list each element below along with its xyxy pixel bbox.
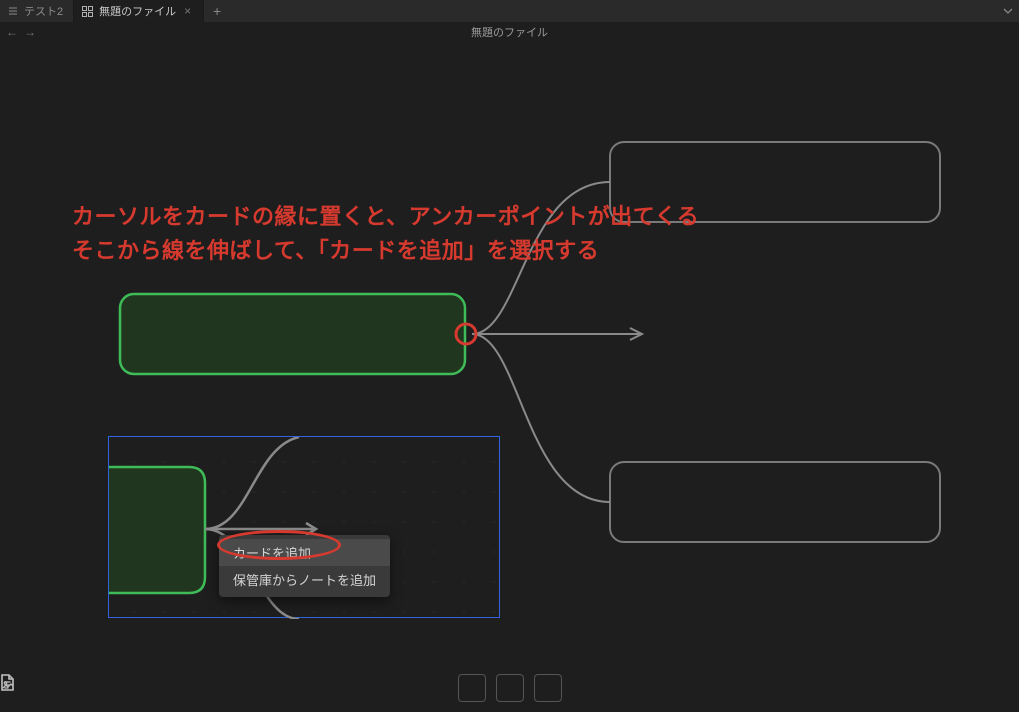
nav-forward-button[interactable]: → — [24, 25, 36, 39]
annotation-line1: カーソルをカードの縁に置くと、アンカーポイントが出てくる — [72, 200, 699, 234]
canvas-action-bar — [0, 674, 1019, 702]
menu-item-add-note-from-vault[interactable]: 保管庫からノートを追加 — [219, 566, 390, 593]
list-icon — [8, 6, 18, 16]
canvas-area[interactable]: カーソルをカードの縁に置くと、アンカーポイントが出てくる そこから線を伸ばして、… — [0, 42, 1019, 712]
tab-test2[interactable]: テスト2 — [0, 0, 74, 22]
document-title: 無題のファイル — [0, 24, 1019, 40]
note-file-button[interactable] — [496, 674, 524, 702]
menu-item-label: カードを追加 — [233, 546, 311, 561]
canvas-icon — [82, 6, 93, 17]
tab-untitled[interactable]: 無題のファイル × — [74, 0, 204, 22]
menu-item-add-card[interactable]: カードを追加 — [219, 539, 390, 566]
title-row: ← → 無題のファイル — [0, 22, 1019, 42]
card-grey-bottom[interactable] — [610, 462, 940, 542]
nav-back-button[interactable]: ← — [6, 25, 18, 39]
tab-overflow-button[interactable] — [997, 0, 1019, 22]
menu-item-label: 保管庫からノートを追加 — [233, 573, 376, 588]
inset-panel: カードを追加 保管庫からノートを追加 — [108, 436, 500, 618]
context-menu: カードを追加 保管庫からノートを追加 — [219, 535, 390, 597]
new-tab-button[interactable]: + — [204, 0, 230, 22]
tab-bar: テスト2 無題のファイル × + — [0, 0, 1019, 22]
inset-connector-up — [205, 437, 299, 529]
close-icon[interactable]: × — [182, 4, 193, 18]
tab-label: テスト2 — [24, 3, 63, 19]
new-file-button[interactable] — [458, 674, 486, 702]
card-green-main[interactable] — [120, 294, 465, 374]
annotation-line2: そこから線を伸ばして、「カードを追加」を選択する — [72, 234, 699, 268]
inset-card-green[interactable] — [109, 467, 205, 593]
annotation-text: カーソルをカードの縁に置くと、アンカーポイントが出てくる そこから線を伸ばして、… — [72, 200, 699, 268]
media-file-button[interactable] — [534, 674, 562, 702]
tab-label: 無題のファイル — [99, 3, 176, 19]
